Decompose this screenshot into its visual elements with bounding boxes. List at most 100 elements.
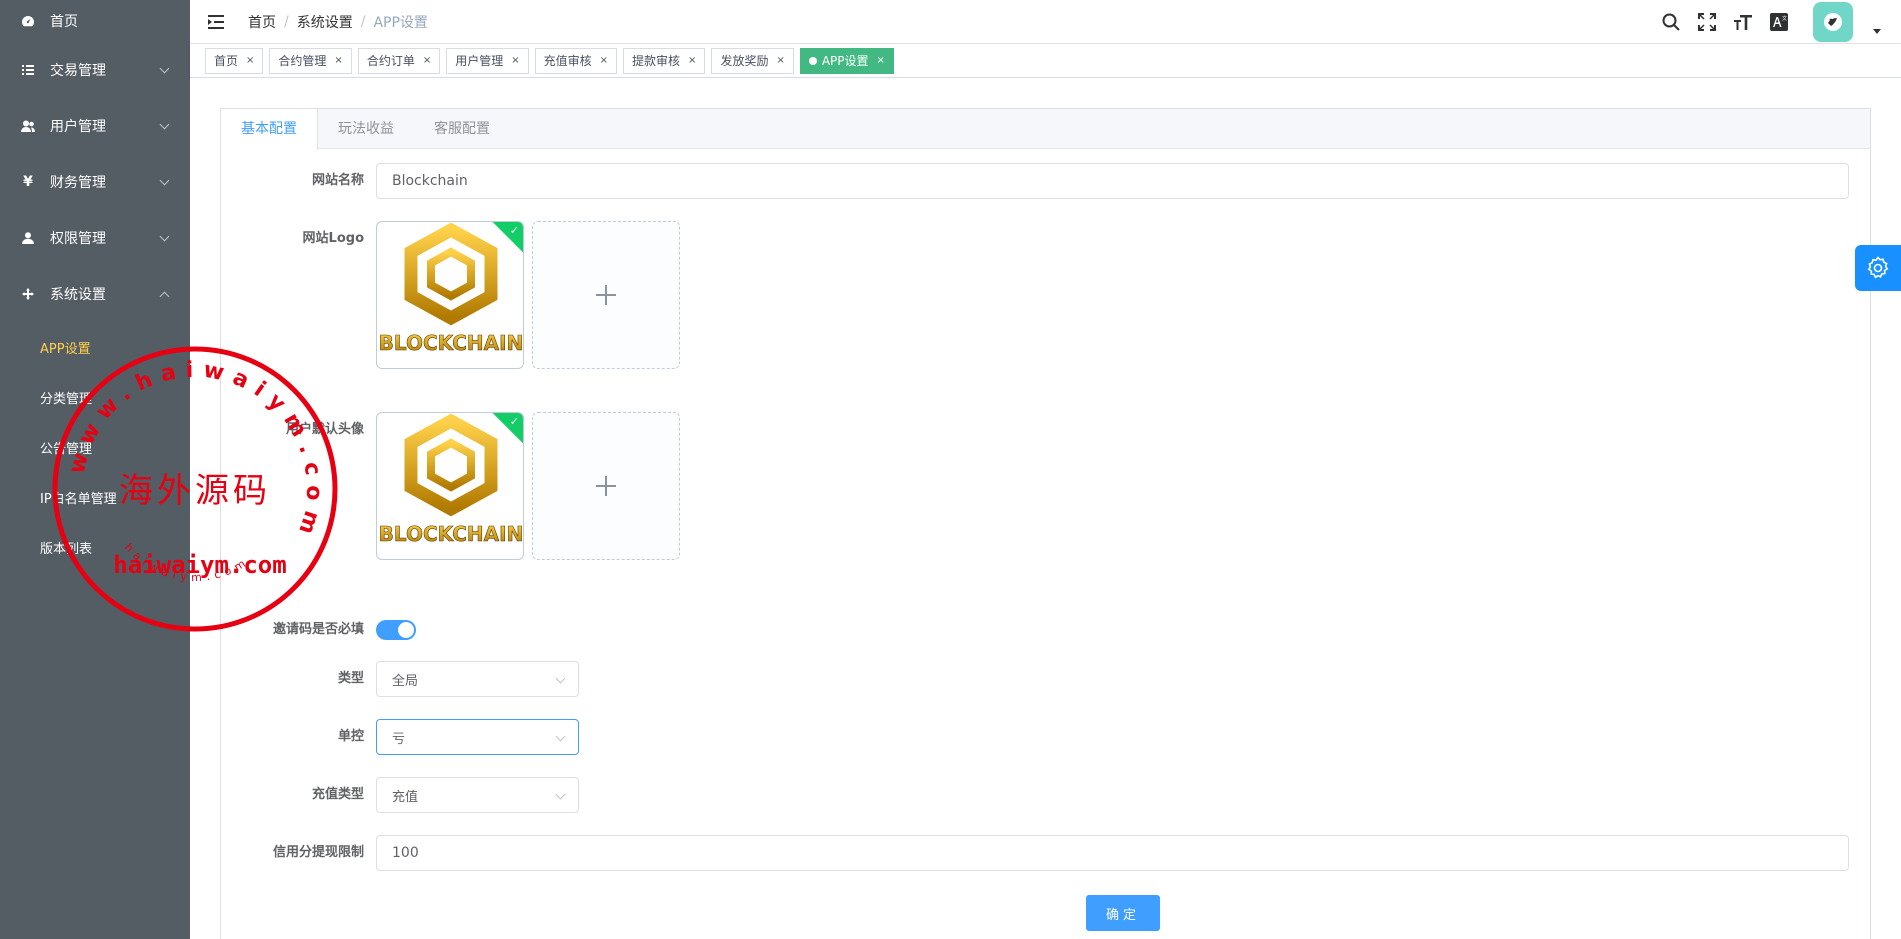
- avatar-image-text: BLOCKCHAIN: [379, 522, 524, 546]
- tags-view: 首页 × 合约管理 × 合约订单 × 用户管理 × 充值审核 × 提款审核 × 发放奖励 × …: [190, 44, 1901, 78]
- close-icon[interactable]: ×: [423, 55, 431, 66]
- recharge-type-select[interactable]: 充值: [376, 777, 579, 813]
- sidebar-item-trade[interactable]: 交易管理: [0, 42, 190, 98]
- tag-contract-management[interactable]: 合约管理 ×: [269, 47, 352, 74]
- recharge-type-select-value: 充值: [392, 789, 419, 805]
- close-icon[interactable]: ×: [600, 55, 608, 66]
- avatar-upload-list: BLOCKCHAIN ✓: [376, 412, 680, 560]
- sidebar-subitem-label: APP设置: [40, 341, 91, 357]
- tag-contract-orders[interactable]: 合约订单 ×: [357, 47, 441, 74]
- caret-down-icon[interactable]: [1873, 28, 1881, 34]
- check-icon: ✓: [509, 224, 519, 237]
- credit-limit-label: 信用分提现限制: [272, 845, 364, 860]
- tag-label: 充值审核: [543, 54, 592, 68]
- type-select[interactable]: 全局: [376, 661, 579, 697]
- sidebar-item-label: 交易管理: [50, 63, 106, 79]
- tabs-header: 基本配置 玩法收益 客服配置: [221, 109, 1870, 150]
- site-name-input[interactable]: Blockchain: [376, 163, 1849, 199]
- logo-upload-button[interactable]: [532, 221, 680, 369]
- tag-label: 首页: [214, 54, 239, 68]
- form-row-site-name: 网站名称 Blockchain: [221, 163, 1849, 199]
- tag-rewards[interactable]: 发放奖励 ×: [711, 47, 794, 74]
- tag-label: 发放奖励: [720, 54, 769, 68]
- tab-basic-config[interactable]: 基本配置: [221, 109, 318, 150]
- breadcrumb-separator: /: [360, 13, 366, 30]
- sidebar-item-finance[interactable]: ¥ 财务管理: [0, 154, 190, 210]
- tab-gameplay-earnings[interactable]: 玩法收益: [318, 109, 414, 148]
- logo-image[interactable]: BLOCKCHAIN ✓: [376, 221, 524, 369]
- tab-customer-service[interactable]: 客服配置: [414, 109, 510, 148]
- tag-withdraw-review[interactable]: 提款审核 ×: [623, 47, 706, 74]
- type-label: 类型: [337, 671, 364, 686]
- sidebar-item-label: 权限管理: [50, 231, 106, 247]
- close-icon[interactable]: ×: [334, 55, 342, 66]
- tag-label: 提款审核: [632, 54, 681, 68]
- tag-label: 用户管理: [455, 54, 504, 68]
- recharge-type-label: 充值类型: [311, 787, 364, 802]
- check-icon: ✓: [509, 415, 519, 428]
- sidebar-subitem-ip-whitelist[interactable]: IP白名单管理: [0, 472, 190, 522]
- gear-icon: [1867, 256, 1889, 279]
- site-name-label: 网站名称: [311, 173, 364, 188]
- sidebar-item-permission[interactable]: 权限管理: [0, 210, 190, 266]
- breadcrumb: 首页 / 系统设置 / APP设置: [248, 12, 428, 32]
- tag-label: APP设置: [821, 54, 869, 68]
- single-control-label: 单控: [337, 729, 364, 744]
- logo-image-text: BLOCKCHAIN: [379, 331, 524, 355]
- sidebar-item-label: 用户管理: [50, 119, 106, 135]
- plus-icon: [596, 285, 616, 305]
- tag-user-management[interactable]: 用户管理 ×: [446, 47, 529, 74]
- chevron-down-icon: [555, 789, 566, 800]
- form-row-invite-required: 邀请码是否必填: [221, 612, 416, 648]
- invite-required-label: 邀请码是否必填: [272, 622, 364, 637]
- breadcrumb-item-system[interactable]: 系统设置: [297, 12, 353, 32]
- close-icon[interactable]: ×: [877, 55, 885, 66]
- invite-required-switch[interactable]: [376, 620, 416, 640]
- form-row-default-avatar: 用户默认头像 BLOCKCHAIN ✓: [221, 412, 680, 560]
- close-icon[interactable]: ×: [246, 55, 254, 66]
- close-icon[interactable]: ×: [688, 55, 696, 66]
- hamburger-icon[interactable]: [208, 14, 226, 29]
- form-row-credit-limit: 信用分提现限制 100: [221, 835, 1849, 871]
- site-logo-label: 网站Logo: [302, 231, 364, 246]
- main-content: 基本配置 玩法收益 客服配置 网站名称 Blockchain 网站Logo BL…: [190, 78, 1901, 939]
- confirm-button[interactable]: 确定: [1086, 895, 1160, 931]
- sidebar: 首页 交易管理 用户管理 ¥ 财务管理 权限管理 系统设置 APP设置 分类管理…: [0, 0, 190, 939]
- yen-icon: ¥: [23, 174, 33, 190]
- credit-limit-input[interactable]: 100: [376, 835, 1849, 871]
- sidebar-item-home[interactable]: 首页: [0, 0, 190, 42]
- users-icon: [20, 120, 36, 132]
- navbar-actions: 文: [1661, 0, 1881, 44]
- single-control-select[interactable]: 亏: [376, 719, 579, 755]
- sidebar-item-system[interactable]: 系统设置: [0, 266, 190, 322]
- sidebar-subitem-app-settings[interactable]: APP设置: [0, 322, 190, 372]
- fullscreen-icon[interactable]: [1697, 12, 1717, 32]
- sidebar-subitem-versions[interactable]: 版本列表: [0, 522, 190, 572]
- close-icon[interactable]: ×: [776, 55, 784, 66]
- sidebar-subitem-notices[interactable]: 公告管理: [0, 422, 190, 472]
- switch-knob: [398, 622, 414, 638]
- settings-card: 基本配置 玩法收益 客服配置 网站名称 Blockchain 网站Logo BL…: [220, 108, 1871, 939]
- logo-upload-list: BLOCKCHAIN ✓: [376, 221, 680, 369]
- search-icon[interactable]: [1661, 12, 1681, 32]
- avatar[interactable]: [1813, 2, 1853, 42]
- font-size-icon[interactable]: [1733, 12, 1753, 32]
- floating-settings-button[interactable]: [1855, 245, 1901, 291]
- tag-home[interactable]: 首页 ×: [205, 47, 264, 74]
- tag-app-settings[interactable]: APP设置 ×: [799, 47, 894, 74]
- translate-icon[interactable]: 文: [1769, 12, 1789, 32]
- chevron-down-icon: [159, 63, 170, 74]
- top-navbar: 首页 / 系统设置 / APP设置 文: [190, 0, 1901, 44]
- list-icon: [20, 64, 36, 76]
- sidebar-item-users[interactable]: 用户管理: [0, 98, 190, 154]
- tag-recharge-review[interactable]: 充值审核 ×: [534, 47, 618, 74]
- tag-label: 合约管理: [278, 54, 327, 68]
- move-icon: [20, 288, 36, 300]
- chevron-down-icon: [555, 673, 566, 684]
- breadcrumb-item-home[interactable]: 首页: [248, 12, 276, 32]
- avatar-image[interactable]: BLOCKCHAIN ✓: [376, 412, 524, 560]
- sidebar-item-label: 财务管理: [50, 175, 106, 191]
- close-icon[interactable]: ×: [511, 55, 519, 66]
- avatar-upload-button[interactable]: [532, 412, 680, 560]
- sidebar-subitem-categories[interactable]: 分类管理: [0, 372, 190, 422]
